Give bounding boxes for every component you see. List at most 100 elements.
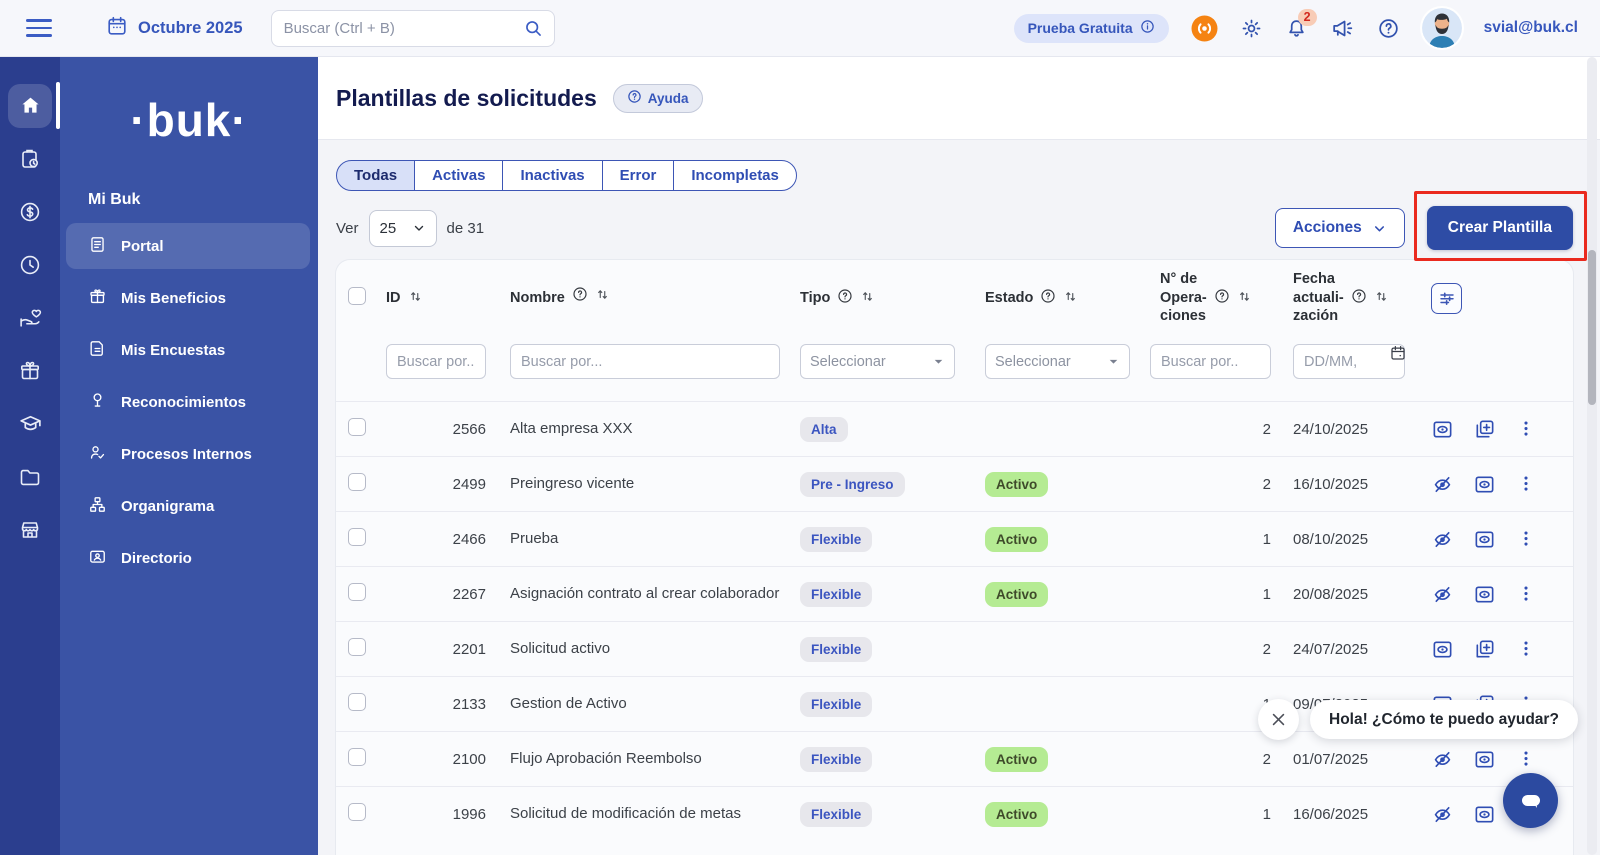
preview-eye-icon[interactable] [1473, 748, 1496, 771]
row-checkbox[interactable] [348, 803, 366, 821]
rail-item-company[interactable] [0, 503, 60, 556]
rail-item-training[interactable] [0, 397, 60, 450]
preview-eye-icon[interactable] [1431, 418, 1454, 441]
crear-plantilla-button[interactable]: Crear Plantilla [1427, 206, 1573, 250]
rail-item-time[interactable] [0, 238, 60, 291]
buk-academy-icon[interactable] [1191, 15, 1218, 42]
chat-greeting-text: Hola! ¿Cómo te puedo ayudar? [1329, 711, 1559, 729]
deactivate-eye-off-icon[interactable] [1431, 748, 1454, 771]
kebab-menu-icon[interactable] [1515, 528, 1537, 550]
duplicate-icon[interactable] [1473, 638, 1496, 661]
tab-todas[interactable]: Todas [336, 160, 415, 191]
row-checkbox[interactable] [348, 418, 366, 436]
row-checkbox[interactable] [348, 528, 366, 546]
search-input[interactable] [284, 20, 518, 37]
home-icon [8, 84, 52, 128]
list-controls: Ver 25 de 31 Acciones Crear Plantilla [336, 206, 1600, 250]
kebab-menu-icon[interactable] [1515, 583, 1537, 605]
preview-eye-icon[interactable] [1473, 583, 1496, 606]
filter-operaciones-input[interactable] [1150, 344, 1271, 379]
deactivate-eye-off-icon[interactable] [1431, 803, 1454, 826]
acciones-button[interactable]: Acciones [1275, 208, 1405, 248]
hamburger-menu-icon[interactable] [26, 19, 52, 37]
deactivate-eye-off-icon[interactable] [1431, 473, 1454, 496]
sort-icon[interactable] [860, 289, 875, 308]
ayuda-button[interactable]: Ayuda [613, 84, 703, 113]
scrollbar-thumb[interactable] [1588, 250, 1596, 405]
page-size-select[interactable]: 25 [369, 210, 437, 247]
filter-estado-select[interactable]: Seleccionar [985, 344, 1130, 379]
column-help-icon[interactable] [572, 286, 588, 309]
sort-icon[interactable] [595, 287, 610, 309]
rail-item-tasks[interactable] [0, 132, 60, 185]
sidebar-item-reconocimientos[interactable]: Reconocimientos [66, 379, 310, 425]
duplicate-icon[interactable] [1473, 418, 1496, 441]
sidebar-item-mis-beneficios[interactable]: Mis Beneficios [66, 275, 310, 321]
rail-item-payments[interactable] [0, 185, 60, 238]
column-settings-button[interactable] [1431, 283, 1462, 314]
column-help-icon[interactable] [1214, 288, 1230, 308]
sort-icon[interactable] [1237, 289, 1252, 308]
money-icon [8, 190, 52, 234]
chat-greeting-tooltip[interactable]: Hola! ¿Cómo te puedo ayudar? [1310, 700, 1578, 739]
chat-launcher-button[interactable] [1503, 773, 1558, 828]
row-checkbox[interactable] [348, 638, 366, 656]
column-header-fecha: Fecha actuali- zación [1293, 270, 1344, 327]
sort-icon[interactable] [1063, 289, 1078, 308]
rail-item-home[interactable] [0, 79, 60, 132]
user-email[interactable]: svial@buk.cl [1484, 19, 1578, 37]
preview-eye-icon[interactable] [1473, 528, 1496, 551]
filter-id-input[interactable] [386, 344, 486, 379]
sidebar-item-portal[interactable]: Portal [66, 223, 310, 269]
kebab-menu-icon[interactable] [1515, 638, 1537, 660]
row-nombre: Gestion de Activo [500, 685, 790, 723]
sort-icon[interactable] [408, 289, 423, 308]
row-checkbox[interactable] [348, 583, 366, 601]
table-header-row: ID Nombre Tipo Estado [336, 260, 1573, 336]
sidebar-item-procesos-internos[interactable]: Procesos Internos [66, 431, 310, 477]
rail-item-wellness[interactable] [0, 291, 60, 344]
user-avatar[interactable] [1422, 8, 1462, 48]
calendar-icon[interactable] [1389, 344, 1407, 366]
tab-incompletas[interactable]: Incompletas [673, 160, 797, 191]
page-title: Plantillas de solicitudes [336, 85, 597, 112]
row-checkbox[interactable] [348, 693, 366, 711]
row-checkbox[interactable] [348, 748, 366, 766]
sidebar-item-directorio[interactable]: Directorio [66, 535, 310, 581]
deactivate-eye-off-icon[interactable] [1431, 528, 1454, 551]
preview-eye-icon[interactable] [1473, 803, 1496, 826]
period-selector[interactable]: Octubre 2025 [106, 15, 243, 42]
search-icon[interactable] [523, 18, 544, 44]
sidebar-item-organigrama[interactable]: Organigrama [66, 483, 310, 529]
tab-inactivas[interactable]: Inactivas [502, 160, 602, 191]
tab-activas[interactable]: Activas [414, 160, 503, 191]
preview-eye-icon[interactable] [1473, 473, 1496, 496]
rail-item-documents[interactable] [0, 450, 60, 503]
kebab-menu-icon[interactable] [1515, 418, 1537, 440]
rail-item-benefits[interactable] [0, 344, 60, 397]
row-checkbox[interactable] [348, 473, 366, 491]
sidebar-item-mis-encuestas[interactable]: Mis Encuestas [66, 327, 310, 373]
select-all-checkbox[interactable] [348, 287, 366, 305]
table-row: 2566 Alta empresa XXX Alta 2 24/10/2025 [336, 401, 1573, 456]
tipo-badge: Flexible [800, 527, 872, 552]
deactivate-eye-off-icon[interactable] [1431, 583, 1454, 606]
row-id: 2466 [376, 523, 500, 556]
preview-eye-icon[interactable] [1431, 638, 1454, 661]
notifications-bell-icon[interactable]: 2 [1285, 17, 1308, 40]
sort-icon[interactable] [1374, 289, 1389, 308]
column-help-icon[interactable] [1040, 288, 1056, 308]
help-icon[interactable] [1377, 17, 1400, 40]
kebab-menu-icon[interactable] [1515, 473, 1537, 495]
column-help-icon[interactable] [1351, 288, 1367, 308]
filter-tipo-select[interactable]: Seleccionar [800, 344, 955, 379]
filter-nombre-input[interactable] [510, 344, 780, 379]
kebab-menu-icon[interactable] [1515, 748, 1537, 770]
chat-tooltip-close-button[interactable] [1258, 699, 1299, 740]
tab-error[interactable]: Error [602, 160, 675, 191]
trial-badge[interactable]: Prueba Gratuita [1014, 14, 1169, 43]
announcements-megaphone-icon[interactable] [1330, 16, 1355, 41]
column-help-icon[interactable] [837, 288, 853, 308]
page-content: Todas Activas Inactivas Error Incompleta… [318, 140, 1600, 855]
settings-gear-icon[interactable] [1240, 17, 1263, 40]
